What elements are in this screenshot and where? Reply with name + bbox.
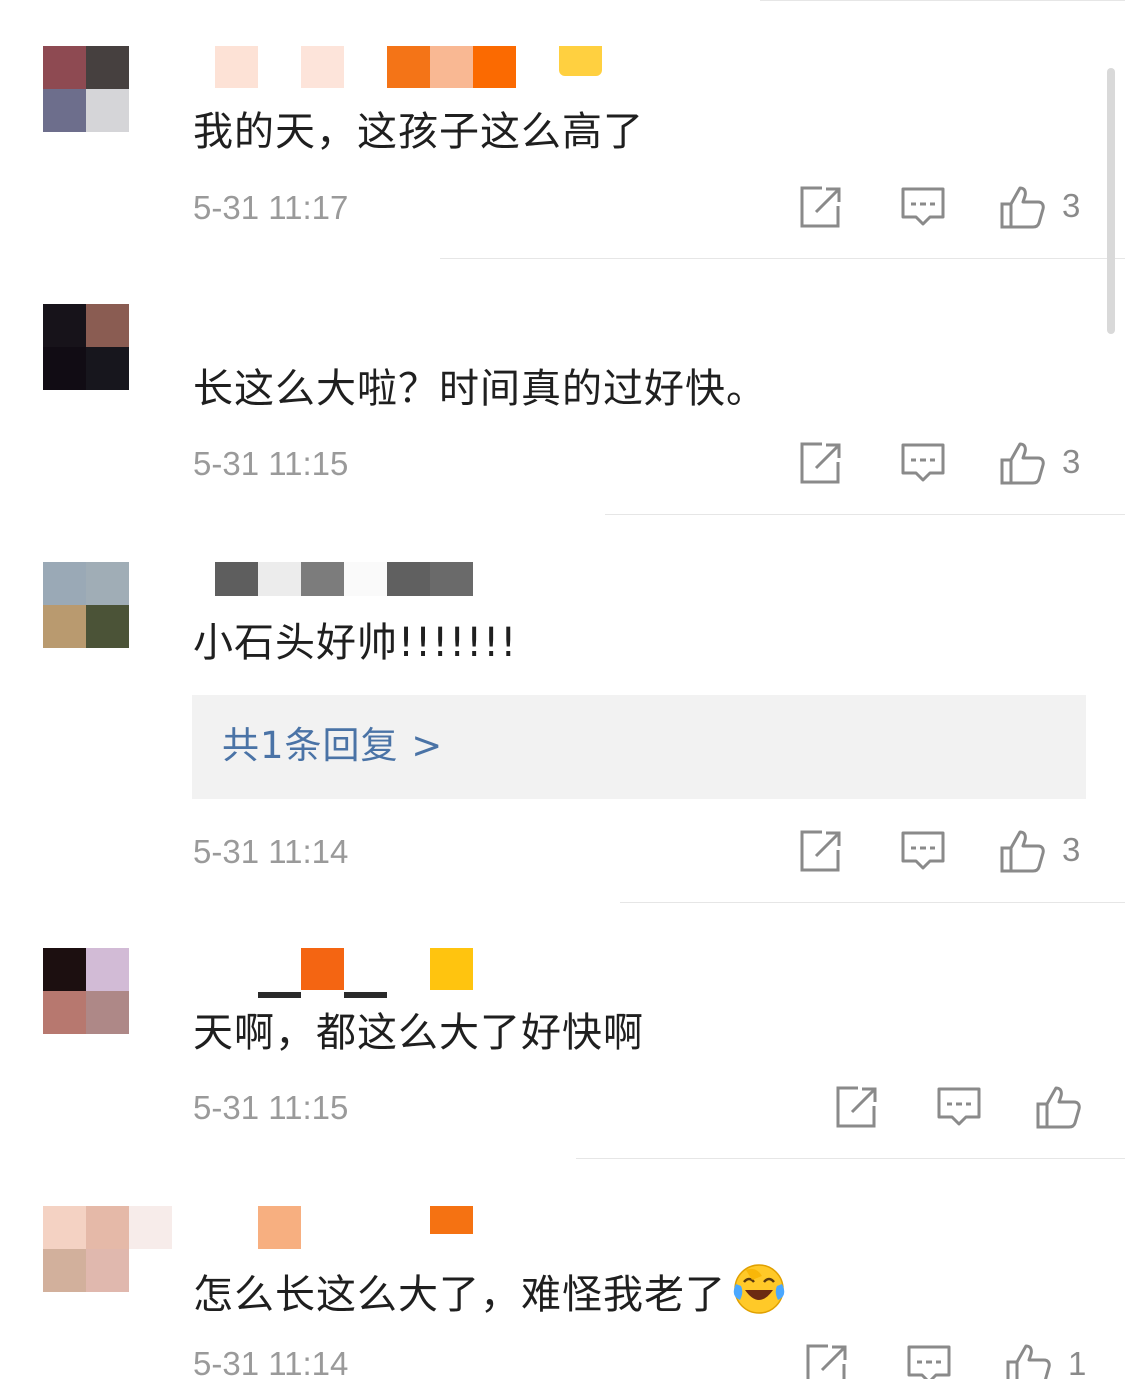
comment-time: 5-31 11:14 xyxy=(193,833,349,870)
comment-actions xyxy=(834,1084,1094,1132)
avatar[interactable] xyxy=(43,562,129,648)
username-pixel xyxy=(258,562,301,596)
thumbs-up-icon[interactable] xyxy=(1005,1342,1051,1379)
share-icon[interactable] xyxy=(798,440,844,486)
comment-text: 我的天，这孩子这么高了 xyxy=(193,109,644,155)
username-pixel xyxy=(430,46,473,88)
username-blurred[interactable] xyxy=(215,46,635,88)
comment-item: 小石头好帅!!!!!!! 共1条回复 > 5-31 11:14 3 xyxy=(0,514,1125,902)
comment-icon[interactable] xyxy=(900,184,946,230)
avatar-pixel xyxy=(86,1249,129,1292)
username-pixel xyxy=(387,562,430,596)
comment-text-body: 怎么长这么大了，难怪我老了 xyxy=(193,1272,726,1318)
avatar-pixel xyxy=(86,605,129,648)
comment-icon[interactable] xyxy=(906,1342,952,1379)
username-pixel xyxy=(258,992,301,998)
avatar-pixel xyxy=(86,562,129,605)
comment-time: 5-31 11:17 xyxy=(193,189,349,226)
avatar-pixel xyxy=(86,347,129,390)
avatar-pixel xyxy=(43,991,86,1034)
avatar-pixel xyxy=(86,991,129,1034)
share-icon[interactable] xyxy=(804,1342,850,1379)
username-pixel xyxy=(387,46,430,88)
avatar-pixel xyxy=(43,948,86,991)
like-count: 3 xyxy=(1062,187,1081,224)
avatar[interactable] xyxy=(43,304,129,390)
comment-icon[interactable] xyxy=(936,1084,982,1130)
username-pixel xyxy=(301,562,344,596)
comment-actions: 3 xyxy=(798,184,1098,232)
comment-item: 长这么大啦？时间真的过好快。 5-31 11:15 3 xyxy=(0,258,1125,514)
thumbs-up-icon[interactable] xyxy=(1035,1084,1081,1130)
username-blurred[interactable] xyxy=(215,948,635,998)
username-pixel xyxy=(430,1206,473,1234)
avatar-pixel xyxy=(86,46,129,89)
comment-time: 5-31 11:15 xyxy=(193,445,349,482)
comment-text: 长这么大啦？时间真的过好快。 xyxy=(193,366,767,412)
comment-icon[interactable] xyxy=(900,828,946,874)
avatar-pixel xyxy=(43,304,86,347)
avatar-pixel xyxy=(43,1206,86,1249)
comment-icon[interactable] xyxy=(900,440,946,486)
comment-item: 天啊，都这么大了好快啊 5-31 11:15 xyxy=(0,902,1125,1158)
view-replies-link[interactable]: 共1条回复 > xyxy=(222,722,443,770)
avatar-pixel xyxy=(86,948,129,991)
like-count: 1 xyxy=(1068,1345,1087,1379)
comment-actions: 3 xyxy=(798,828,1098,876)
comment-item: 我的天，这孩子这么高了 5-31 11:17 3 xyxy=(0,0,1125,258)
comment-time: 5-31 11:14 xyxy=(193,1345,349,1379)
avatar[interactable] xyxy=(43,46,129,132)
username-pixel xyxy=(559,46,602,76)
laughing-crying-emoji-icon xyxy=(733,1264,785,1314)
username-pixel xyxy=(344,992,387,998)
username-pixel xyxy=(473,46,516,88)
comment-text: 天啊，都这么大了好快啊 xyxy=(193,1010,644,1056)
username-pixel xyxy=(301,46,344,88)
comment-text: 怎么长这么大了，难怪我老了 xyxy=(193,1262,786,1320)
avatar[interactable] xyxy=(43,1206,129,1292)
comment-actions: 3 xyxy=(798,440,1098,488)
avatar[interactable] xyxy=(43,948,129,1034)
comment-list: 我的天，这孩子这么高了 5-31 11:17 3 长这么大啦？时间真的过好快。 … xyxy=(0,0,1125,1379)
avatar-pixel xyxy=(43,562,86,605)
comment-actions: 1 xyxy=(804,1342,1104,1379)
comment-time: 5-31 11:15 xyxy=(193,1089,349,1126)
comment-text: 小石头好帅!!!!!!! xyxy=(193,620,518,666)
username-pixel xyxy=(344,562,387,596)
username-blurred[interactable] xyxy=(215,562,635,604)
thumbs-up-icon[interactable] xyxy=(999,440,1045,486)
avatar-pixel xyxy=(43,46,86,89)
avatar-pixel xyxy=(43,89,86,132)
username-pixel xyxy=(301,948,344,990)
username-pixel xyxy=(258,1206,301,1249)
like-count: 3 xyxy=(1062,443,1081,480)
avatar-edge xyxy=(129,1206,172,1249)
avatar-pixel xyxy=(86,1206,129,1249)
username-pixel xyxy=(215,562,258,596)
share-icon[interactable] xyxy=(798,828,844,874)
avatar-pixel xyxy=(43,1249,86,1292)
comment-item: 怎么长这么大了，难怪我老了 5-31 11:14 1 xyxy=(0,1158,1125,1379)
username-blurred[interactable] xyxy=(215,1206,635,1249)
thumbs-up-icon[interactable] xyxy=(999,184,1045,230)
like-count: 3 xyxy=(1062,831,1081,868)
username-pixel xyxy=(430,562,473,596)
username-pixel xyxy=(430,948,473,990)
avatar-pixel xyxy=(86,304,129,347)
share-icon[interactable] xyxy=(834,1084,880,1130)
share-icon[interactable] xyxy=(798,184,844,230)
reply-summary[interactable]: 共1条回复 > xyxy=(192,695,1086,799)
username-pixel xyxy=(215,46,258,88)
avatar-pixel xyxy=(43,605,86,648)
thumbs-up-icon[interactable] xyxy=(999,828,1045,874)
avatar-pixel xyxy=(86,89,129,132)
avatar-pixel xyxy=(43,347,86,390)
